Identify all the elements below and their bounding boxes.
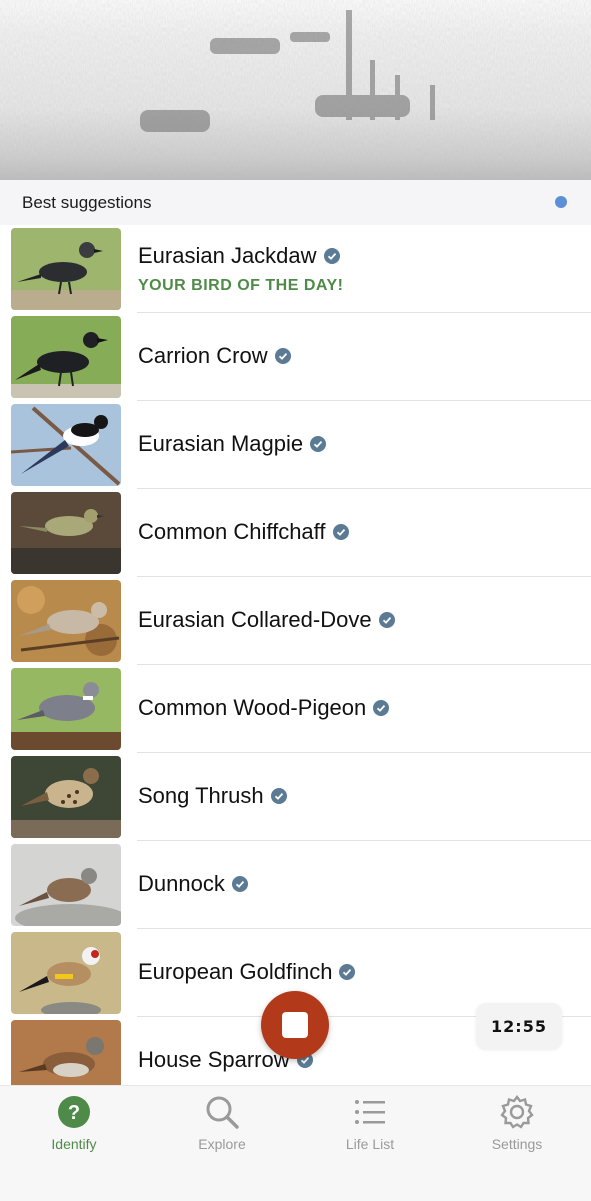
bird-photo (11, 316, 121, 398)
bird-name: Common Chiffchaff (138, 519, 326, 544)
tab-explore[interactable]: Explore (148, 1086, 296, 1166)
bird-photo (11, 580, 121, 662)
bird-photo (11, 932, 121, 1014)
suggestion-row-common-wood-pigeon[interactable]: Common Wood-Pigeon (0, 665, 591, 753)
spectrogram (0, 0, 591, 180)
tab-label: Settings (491, 1136, 543, 1152)
suggestion-row-eurasian-magpie[interactable]: Eurasian Magpie (0, 401, 591, 489)
verified-check-icon (332, 524, 349, 540)
bird-name: Common Wood-Pigeon (138, 695, 367, 720)
tab-label: Life List (345, 1136, 395, 1152)
list-icon (353, 1095, 387, 1129)
bird-name: Eurasian Magpie (138, 431, 304, 456)
tab-settings[interactable]: Settings (443, 1086, 591, 1166)
verified-check-icon (373, 700, 390, 716)
suggestions-list: Eurasian Jackdaw YOUR BIRD OF THE DAY! C… (0, 225, 591, 1085)
svg-text:?: ? (68, 1102, 80, 1124)
verified-check-icon (231, 876, 248, 892)
bird-name: Eurasian Jackdaw (138, 243, 317, 268)
verified-check-icon (270, 788, 287, 804)
tab-label: Explore (198, 1136, 246, 1152)
bird-name: Dunnock (138, 871, 225, 896)
bird-photo (11, 492, 121, 574)
verified-check-icon (378, 612, 395, 628)
bird-photo (11, 228, 121, 310)
gear-icon (500, 1095, 534, 1129)
stop-square-icon (282, 1012, 308, 1038)
bird-name: House Sparrow (138, 1047, 290, 1072)
tab-identify[interactable]: ? Identify (0, 1086, 148, 1166)
bird-name: Eurasian Collared-Dove (138, 607, 372, 632)
tab-label: Identify (51, 1136, 97, 1152)
bird-photo (11, 756, 121, 838)
bird-name: Song Thrush (138, 783, 264, 808)
suggestion-row-eurasian-jackdaw[interactable]: Eurasian Jackdaw YOUR BIRD OF THE DAY! (0, 225, 591, 313)
bird-photo (11, 668, 121, 750)
bird-name: European Goldfinch (138, 959, 333, 984)
list-header: Best suggestions (0, 180, 591, 225)
bird-of-the-day-label: YOUR BIRD OF THE DAY! (138, 277, 344, 294)
bird-name: Carrion Crow (138, 343, 268, 368)
verified-check-icon (274, 348, 291, 364)
recording-timer: 12:55 (476, 1003, 562, 1049)
question-circle-icon: ? (57, 1095, 91, 1129)
verified-check-icon (310, 436, 327, 452)
suggestion-row-song-thrush[interactable]: Song Thrush (0, 753, 591, 841)
suggestion-row-common-chiffchaff[interactable]: Common Chiffchaff (0, 489, 591, 577)
bird-photo (11, 404, 121, 486)
bird-photo (11, 844, 121, 926)
stop-recording-button[interactable] (261, 991, 329, 1059)
suggestion-row-eurasian-collared-dove[interactable]: Eurasian Collared-Dove (0, 577, 591, 665)
suggestion-row-carrion-crow[interactable]: Carrion Crow (0, 313, 591, 401)
live-indicator-dot (555, 196, 567, 208)
bird-photo (11, 1020, 121, 1085)
tab-life-list[interactable]: Life List (296, 1086, 444, 1166)
search-icon (205, 1095, 239, 1129)
suggestion-row-dunnock[interactable]: Dunnock (0, 841, 591, 929)
verified-check-icon (339, 964, 356, 980)
verified-check-icon (323, 248, 340, 264)
list-header-title: Best suggestions (22, 192, 152, 212)
bottom-tab-bar: ? Identify Explore Life List Settings (0, 1085, 591, 1201)
